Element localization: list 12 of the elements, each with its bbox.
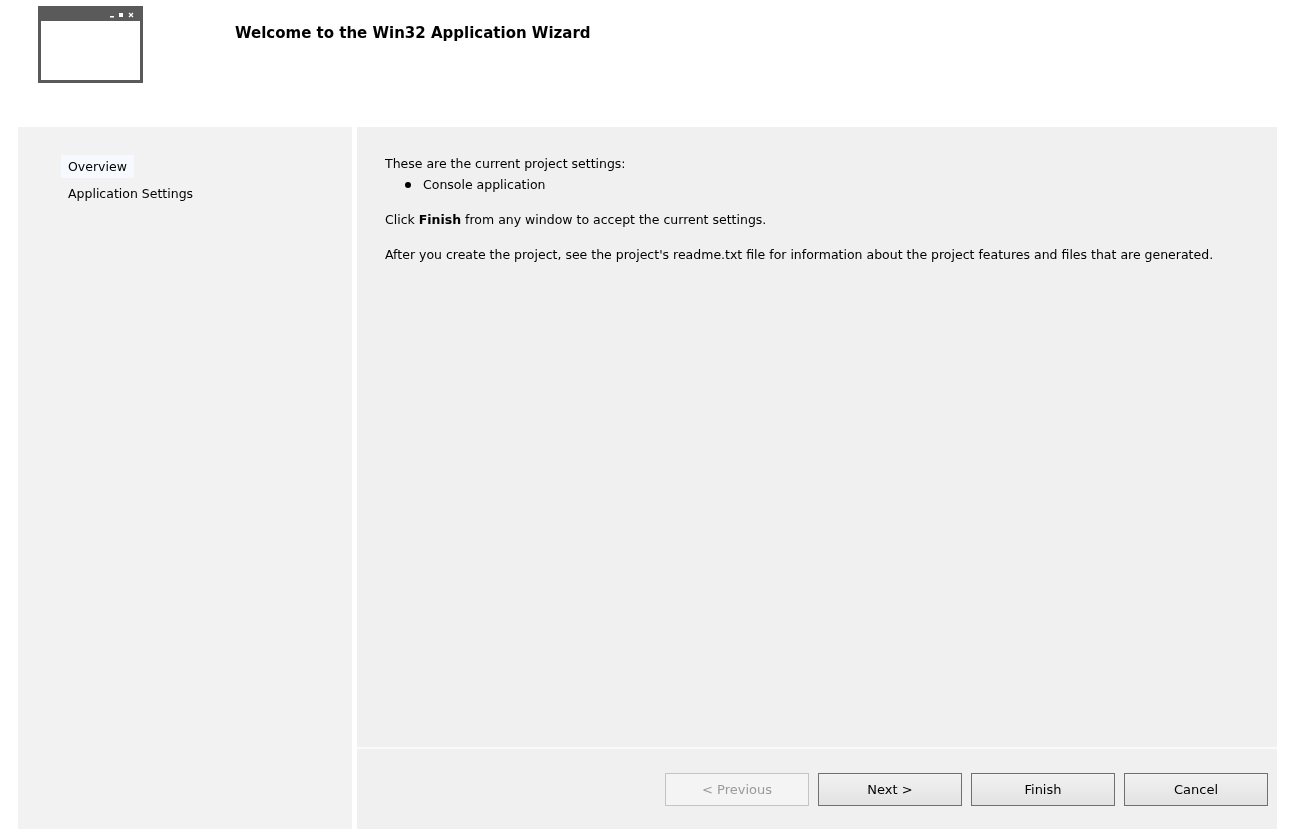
wizard-button[interactable]: Finish <box>971 772 1115 806</box>
sidebar-item[interactable]: Overview <box>61 155 134 178</box>
sidebar-item[interactable]: Application Settings <box>66 182 201 205</box>
info-text: After you create the project, see the project's readme.txt file for information about the project features and files that are generated. <box>385 247 1215 262</box>
wizard-button[interactable]: Cancel <box>1124 772 1268 806</box>
bullet-icon <box>405 181 411 188</box>
window-icon <box>37 5 144 84</box>
wizard-title: Welcome to the Win32 Application Wizard <box>235 24 591 42</box>
setting-text: Console application <box>423 177 546 192</box>
intro-text: These are the current project settings: <box>385 156 627 171</box>
info-text: Click Finish from any window to accept the current settings. <box>385 212 768 227</box>
wizard-button[interactable]: Next > <box>818 772 962 806</box>
